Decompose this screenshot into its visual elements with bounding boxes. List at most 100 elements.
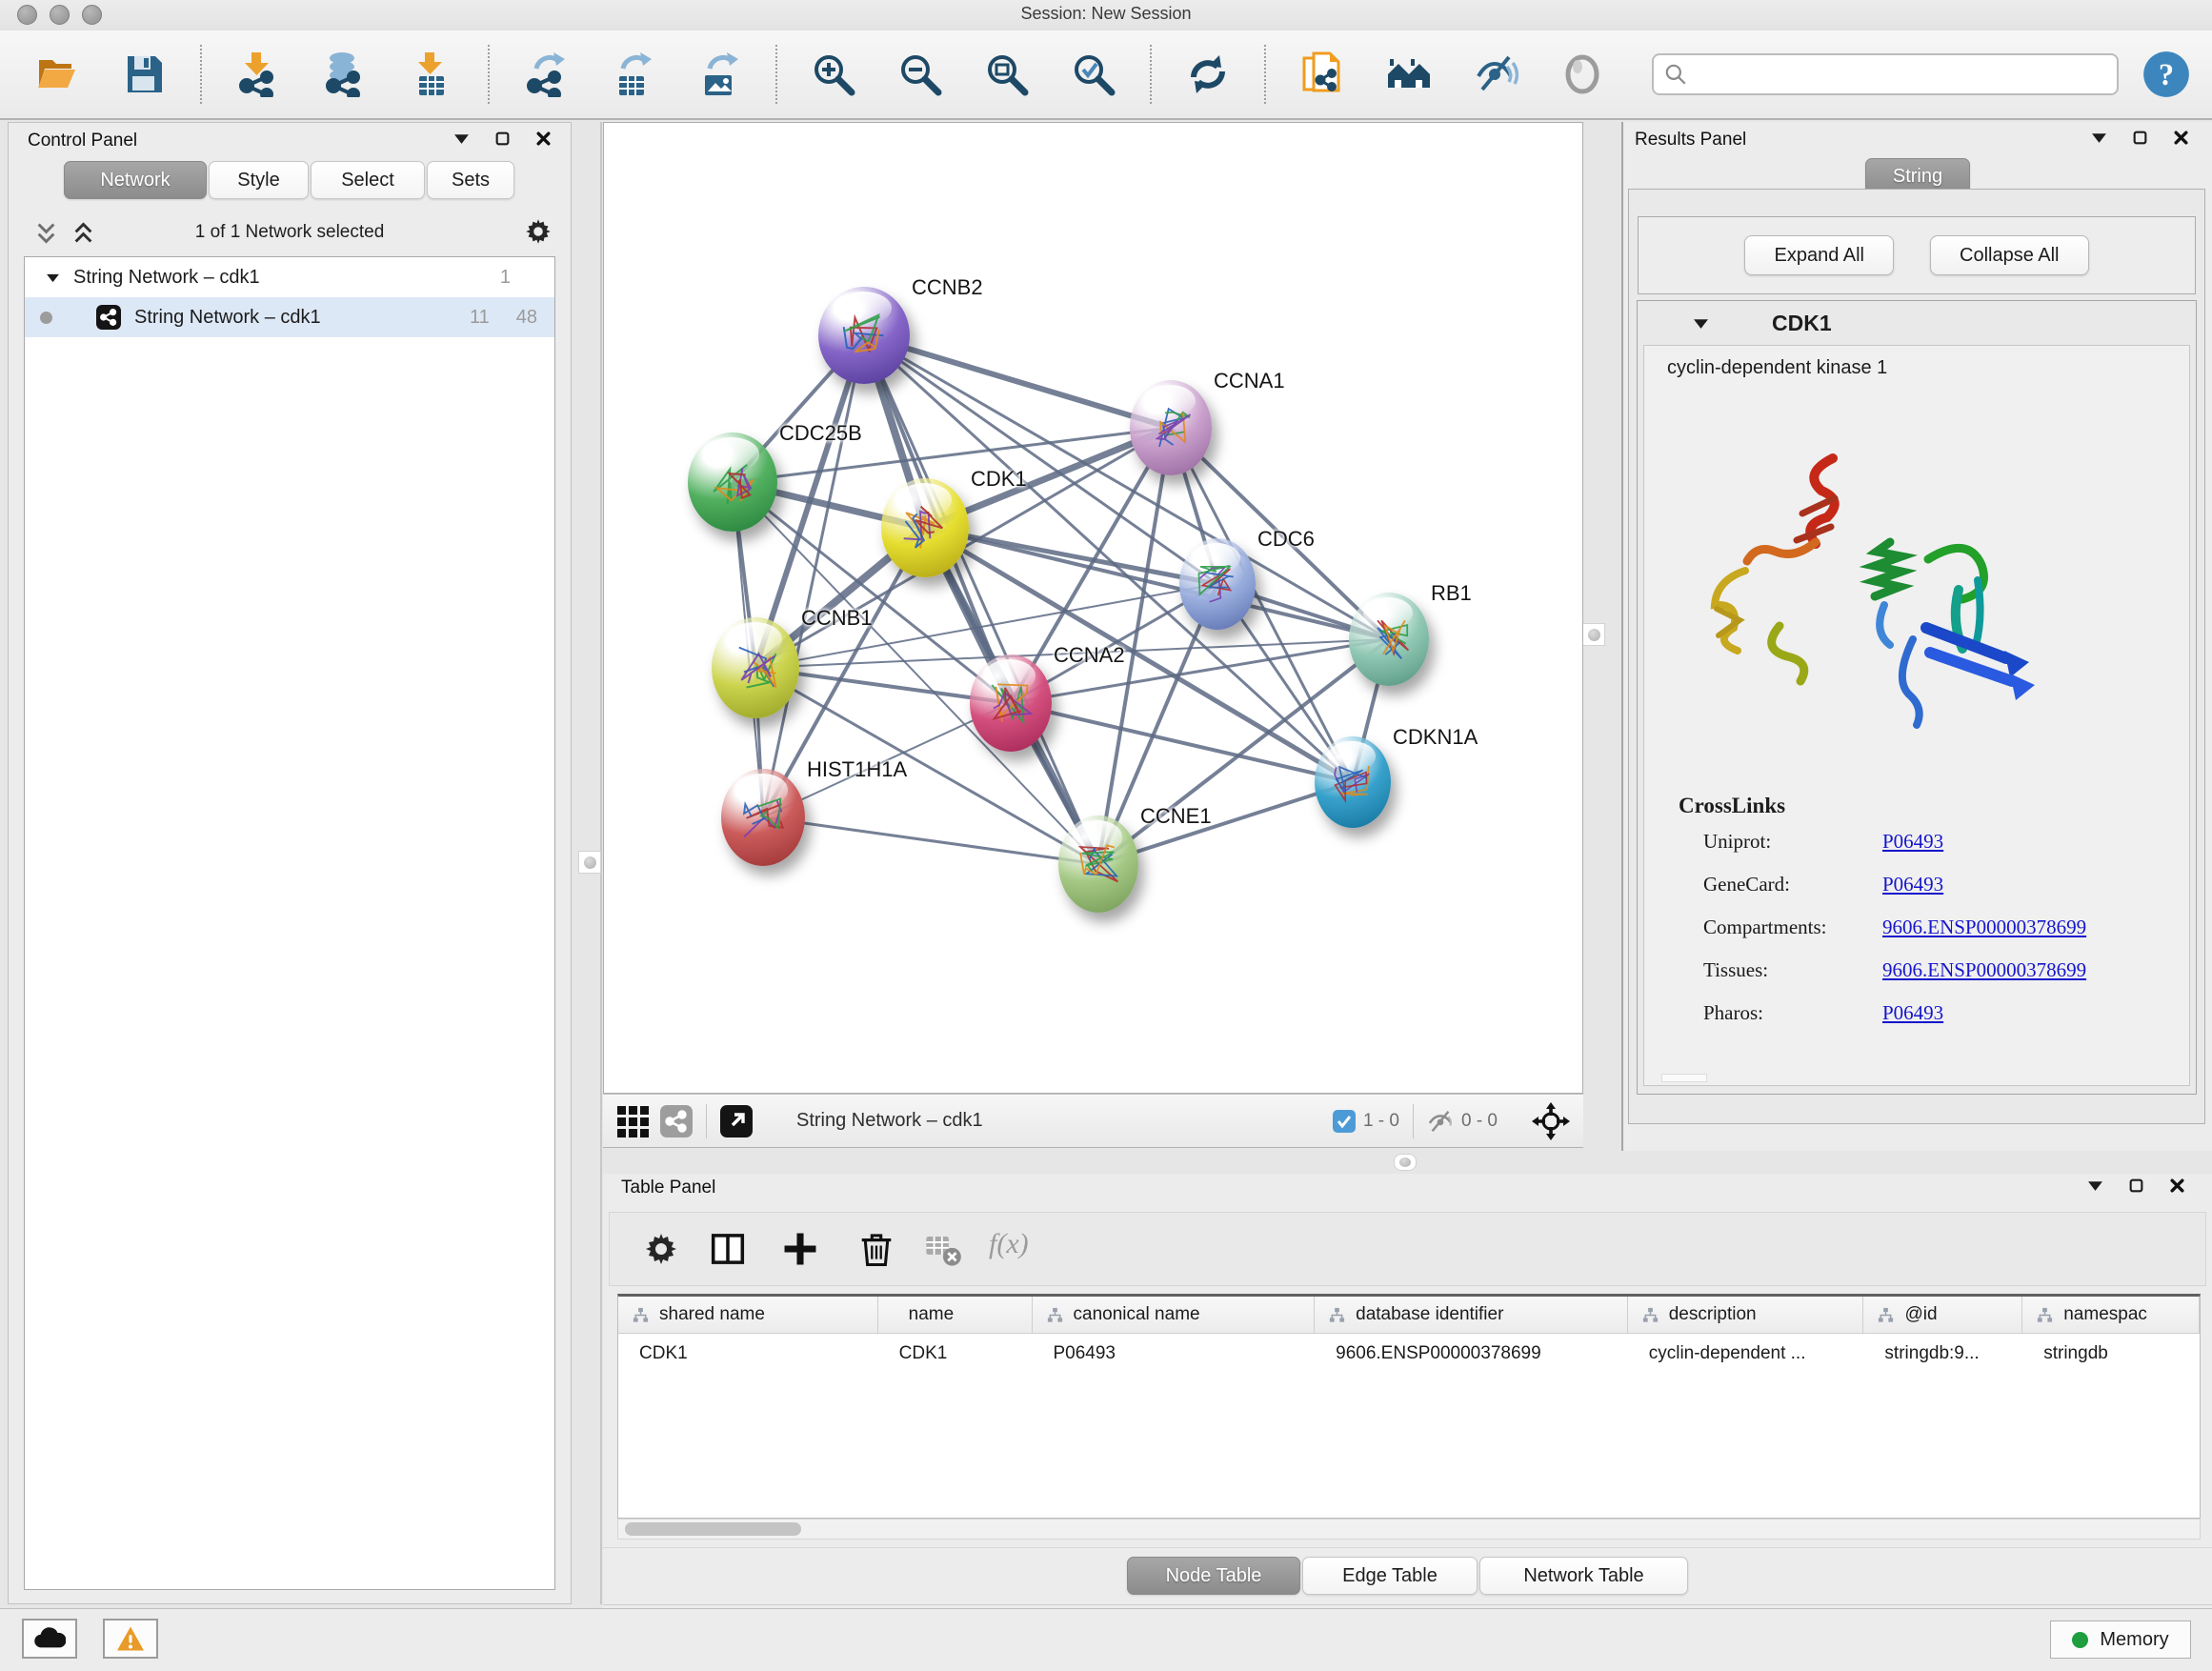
table-cell[interactable]: P06493: [1032, 1334, 1315, 1374]
table-cell[interactable]: stringdb: [2022, 1334, 2200, 1374]
column-header-shared-name[interactable]: shared name: [618, 1297, 878, 1333]
crosslink-value[interactable]: P06493: [1882, 830, 1943, 854]
node-ccna1[interactable]: [1130, 380, 1212, 475]
search-box[interactable]: [1652, 53, 2119, 95]
panel-menu-icon[interactable]: [2091, 130, 2107, 146]
help-icon[interactable]: ?: [2142, 50, 2191, 99]
table-cell[interactable]: stringdb:9...: [1863, 1334, 2022, 1374]
node-ccna2[interactable]: [970, 654, 1052, 752]
zoom-out-icon[interactable]: [897, 51, 943, 97]
import-network-file-icon[interactable]: [235, 51, 281, 97]
column-header--id[interactable]: @id: [1863, 1297, 2022, 1333]
tab-sets[interactable]: Sets: [427, 161, 514, 199]
crosslink-row: Compartments:9606.ENSP00000378699: [1644, 916, 2189, 954]
crosslink-value[interactable]: 9606.ENSP00000378699: [1882, 958, 2086, 982]
table-horizontal-scrollbar[interactable]: [617, 1519, 2201, 1540]
protein-ribbon-thumbnail: [1142, 397, 1199, 458]
left-splitter-handle[interactable]: [578, 851, 601, 874]
table-cell[interactable]: cyclin-dependent ...: [1628, 1334, 1864, 1374]
first-neighbors-icon[interactable]: [1386, 51, 1432, 97]
network-row[interactable]: String Network – cdk1 11 48: [25, 297, 554, 337]
node-cdk1[interactable]: [881, 478, 969, 577]
function-builder-icon[interactable]: f(x): [989, 1228, 1029, 1260]
tab-node-table[interactable]: Node Table: [1127, 1557, 1300, 1595]
birds-eye-view-icon[interactable]: [616, 1105, 649, 1137]
node-cdc6[interactable]: [1179, 538, 1256, 630]
scrollbar-thumb[interactable]: [625, 1522, 801, 1536]
table-cell[interactable]: 9606.ENSP00000378699: [1315, 1334, 1628, 1374]
show-graphics-details-icon[interactable]: [1559, 51, 1605, 97]
warnings-button[interactable]: [103, 1619, 158, 1659]
crosslink-value[interactable]: P06493: [1882, 873, 1943, 896]
bottom-splitter-handle[interactable]: [1394, 1154, 1417, 1171]
float-panel-icon[interactable]: [494, 131, 511, 147]
show-columns-icon[interactable]: [709, 1230, 747, 1268]
zoom-selected-icon[interactable]: [1071, 51, 1116, 97]
protein-description: cyclin-dependent kinase 1: [1667, 357, 1887, 379]
column-header-name[interactable]: name: [878, 1297, 1033, 1333]
export-image-icon[interactable]: [696, 51, 742, 97]
panel-menu-icon[interactable]: [453, 131, 470, 147]
export-network-icon[interactable]: [523, 51, 569, 97]
network-canvas[interactable]: CCNB2CCNA1CDC25BCDK1CDC6RB1CCNB1CCNA2CDK…: [603, 122, 1583, 1094]
node-ccnb1[interactable]: [712, 617, 799, 718]
export-table-icon[interactable]: [610, 51, 655, 97]
section-collapse-icon: [1693, 317, 1709, 330]
tab-network-table[interactable]: Network Table: [1479, 1557, 1688, 1595]
node-cdc25b[interactable]: [688, 433, 777, 532]
column-header-database-identifier[interactable]: database identifier: [1315, 1297, 1628, 1333]
table-gear-icon[interactable]: [642, 1230, 680, 1268]
collection-label: String Network – cdk1: [73, 267, 260, 289]
hidden-eye-icon[interactable]: [1427, 1108, 1454, 1135]
tab-edge-table[interactable]: Edge Table: [1302, 1557, 1478, 1595]
zoom-in-icon[interactable]: [811, 51, 856, 97]
node-rb1[interactable]: [1349, 593, 1429, 686]
save-session-icon[interactable]: [121, 51, 167, 97]
float-panel-icon[interactable]: [2132, 130, 2148, 146]
column-header-canonical-name[interactable]: canonical name: [1033, 1297, 1316, 1333]
control-panel-buttons: [453, 131, 552, 147]
crosshair-icon[interactable]: [1532, 1102, 1570, 1140]
clone-network-icon[interactable]: [1299, 51, 1345, 97]
right-splitter-handle[interactable]: [1582, 623, 1605, 646]
cloud-status-button[interactable]: [22, 1619, 77, 1659]
table-cell[interactable]: CDK1: [618, 1334, 878, 1374]
panel-menu-icon[interactable]: [2087, 1178, 2103, 1194]
hide-graphics-details-icon[interactable]: [1473, 51, 1518, 97]
gear-icon[interactable]: [523, 216, 553, 247]
close-panel-icon[interactable]: [535, 131, 552, 147]
zoom-fit-icon[interactable]: [984, 51, 1030, 97]
delete-table-icon[interactable]: [924, 1230, 962, 1268]
import-network-database-icon[interactable]: [322, 51, 368, 97]
collapse-all-button[interactable]: Collapse All: [1930, 235, 2089, 275]
delete-column-icon[interactable]: [857, 1230, 895, 1268]
crosslink-value[interactable]: P06493: [1882, 1001, 1943, 1025]
network-share-icon[interactable]: [660, 1105, 693, 1137]
tab-network[interactable]: Network: [64, 161, 207, 199]
tab-select[interactable]: Select: [311, 161, 425, 199]
float-panel-icon[interactable]: [2128, 1178, 2144, 1194]
node-hist1h1a[interactable]: [721, 769, 805, 866]
crosslink-value[interactable]: 9606.ENSP00000378699: [1882, 916, 2086, 939]
import-table-icon[interactable]: [409, 51, 454, 97]
open-external-icon[interactable]: [720, 1105, 753, 1137]
table-cell[interactable]: CDK1: [878, 1334, 1033, 1374]
refresh-icon[interactable]: [1185, 51, 1231, 97]
network-collection-row[interactable]: String Network – cdk1 1: [25, 257, 554, 297]
expand-all-button[interactable]: Expand All: [1744, 235, 1894, 275]
column-header-description[interactable]: description: [1628, 1297, 1864, 1333]
node-cdkn1a[interactable]: [1315, 736, 1391, 828]
close-panel-icon[interactable]: [2169, 1178, 2185, 1194]
open-session-icon[interactable]: [34, 51, 80, 97]
cdk1-section-header[interactable]: CDK1: [1638, 301, 2196, 345]
selected-checkbox-icon[interactable]: [1333, 1110, 1356, 1133]
close-panel-icon[interactable]: [2173, 130, 2189, 146]
node-ccnb2[interactable]: [818, 287, 910, 384]
node-ccne1[interactable]: [1058, 815, 1138, 913]
add-column-icon[interactable]: [781, 1230, 819, 1268]
tab-style[interactable]: Style: [209, 161, 309, 199]
search-input[interactable]: [1694, 63, 2107, 86]
results-scrollbar-thumb[interactable]: [1661, 1074, 1707, 1082]
column-header-namespac[interactable]: namespac: [2022, 1297, 2200, 1333]
memory-button[interactable]: Memory: [2050, 1621, 2191, 1659]
